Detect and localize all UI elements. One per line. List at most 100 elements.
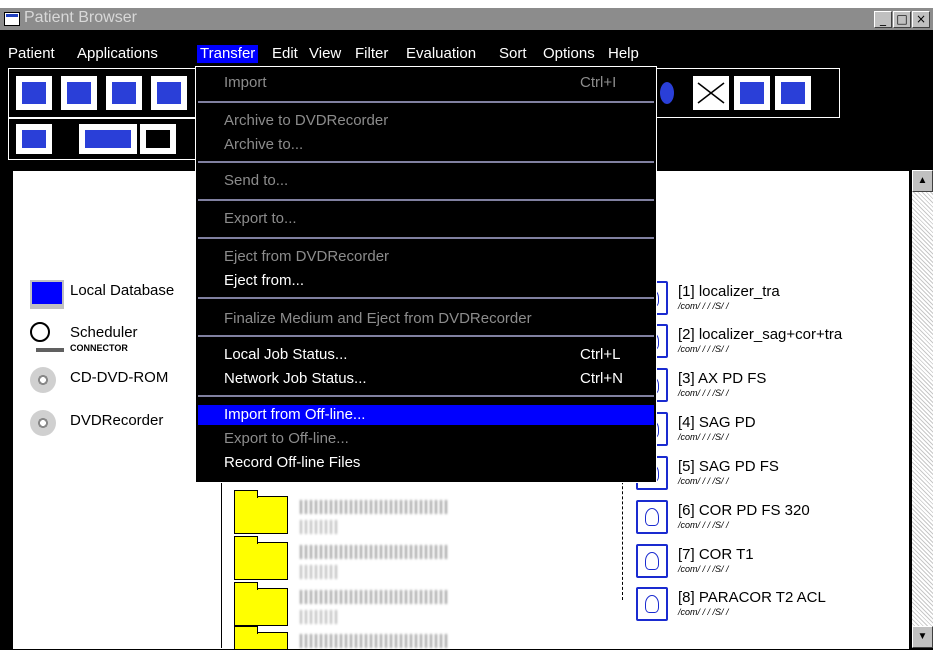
series-path: /com/ / / /S/ / (678, 476, 729, 486)
series-name: [5] SAG PD FS (678, 458, 779, 475)
menu-item-shortcut: Ctrl+I (580, 74, 617, 91)
maximize-button[interactable]: □ (893, 11, 911, 28)
menu-transfer[interactable]: Transfer (197, 45, 259, 63)
minimize-button[interactable]: _ (874, 11, 892, 28)
menu-options[interactable]: Options (540, 45, 598, 63)
menu-item-eject-dvdrecorder[interactable]: Eject from DVDRecorder (198, 247, 654, 267)
menu-applications-label: Applications (77, 45, 158, 62)
study-folder-icon[interactable] (234, 536, 288, 580)
head-series-icon (636, 500, 668, 534)
network-tool-button[interactable] (656, 76, 692, 110)
menu-separator (198, 395, 654, 397)
menu-edit-label: Edit (272, 45, 298, 62)
study-label-redacted (300, 500, 450, 514)
menu-item-shortcut: Ctrl+L (580, 346, 621, 363)
study-folder-icon[interactable] (234, 626, 288, 650)
info-tool-button[interactable] (61, 76, 97, 110)
clock-icon (30, 322, 50, 342)
menu-evaluation[interactable]: Evaluation (403, 45, 479, 63)
series-path: /com/ / / /S/ / (678, 388, 729, 398)
cross-icon (697, 82, 725, 104)
device-label: CD-DVD-ROM (70, 369, 169, 386)
menu-item-label: Archive to... (224, 136, 304, 153)
study-sublabel-redacted (300, 520, 340, 534)
tree-line (221, 480, 222, 648)
menu-item-eject-from[interactable]: Eject from... (198, 271, 654, 291)
menu-filter[interactable]: Filter (352, 45, 391, 63)
grid-tool-button[interactable] (140, 124, 176, 154)
load-tool-icon (22, 130, 46, 148)
transfer-tool-button[interactable] (79, 124, 137, 154)
split-tool-button[interactable] (775, 76, 811, 110)
menu-item-finalize-eject[interactable]: Finalize Medium and Eject from DVDRecord… (198, 309, 654, 329)
menu-evaluation-label: Evaluation (406, 45, 477, 62)
series-name: [6] COR PD FS 320 (678, 502, 810, 519)
device-sublabel: CONNECTOR (70, 343, 128, 353)
menu-item-label: Eject from DVDRecorder (224, 248, 390, 265)
study-label-redacted (300, 634, 450, 648)
split-tool-icon (781, 82, 805, 104)
study-folder-icon[interactable] (234, 582, 288, 626)
menu-item-export-to[interactable]: Export to... (198, 209, 654, 229)
menu-item-network-job-status[interactable]: Network Job Status... Ctrl+N (198, 369, 654, 389)
menu-item-import[interactable]: Import Ctrl+I (198, 73, 654, 93)
menu-item-label: Import from Off-line... (224, 406, 366, 423)
study-folder-icon[interactable] (234, 490, 288, 534)
menu-item-label: Record Off-line Files (224, 454, 361, 471)
series-path: /com/ / / /S/ / (678, 344, 729, 354)
menu-transfer-label: Transfer (200, 45, 256, 62)
view-tool-button[interactable] (734, 76, 770, 110)
menu-filter-label: Filter (355, 45, 389, 62)
menu-item-label: Network Job Status... (224, 370, 367, 387)
menu-item-label: Import (224, 74, 267, 91)
scroll-down-arrow-icon[interactable]: ▼ (912, 626, 933, 648)
patient-tool-icon (112, 82, 136, 104)
menu-patient[interactable]: Patient (5, 45, 58, 63)
patient-tool-button[interactable] (106, 76, 142, 110)
help-tool-button[interactable] (16, 76, 52, 110)
menu-edit[interactable]: Edit (269, 45, 301, 63)
title-bar[interactable]: Patient Browser _ □ × (0, 8, 933, 30)
series-name: [2] localizer_sag+cor+tra (678, 326, 843, 343)
menu-item-archive-to[interactable]: Archive to... (198, 135, 654, 155)
series-path: /com/ / / /S/ / (678, 520, 729, 530)
monitor-base (30, 305, 64, 309)
menu-item-label: Archive to DVDRecorder (224, 112, 389, 129)
disc-icon (30, 410, 56, 436)
series-name: [3] AX PD FS (678, 370, 767, 387)
menu-item-record-offline-files[interactable]: Record Off-line Files (198, 453, 654, 473)
study-label-redacted (300, 590, 450, 604)
study-sublabel-redacted (300, 610, 340, 624)
menu-item-send-to[interactable]: Send to... (198, 171, 654, 191)
menu-separator (198, 297, 654, 299)
menu-item-import-offline[interactable]: Import from Off-line... (198, 405, 654, 425)
vertical-scrollbar[interactable]: ▲ ▼ (912, 170, 933, 648)
menu-view-label: View (309, 45, 342, 62)
scroll-up-arrow-icon[interactable]: ▲ (912, 170, 933, 192)
info-tool-icon (67, 82, 91, 104)
load-tool-button[interactable] (16, 124, 52, 154)
window-title: Patient Browser (24, 9, 137, 26)
menu-view[interactable]: View (306, 45, 344, 63)
menu-item-archive-dvdrecorder[interactable]: Archive to DVDRecorder (198, 111, 654, 131)
menu-separator (198, 161, 654, 163)
study-label-redacted (300, 545, 450, 559)
menu-separator (198, 237, 654, 239)
close-button[interactable]: × (912, 11, 930, 28)
menu-item-local-job-status[interactable]: Local Job Status... Ctrl+L (198, 345, 654, 365)
menu-separator (198, 199, 654, 201)
series-name: [8] PARACOR T2 ACL (678, 589, 826, 606)
network-tool-icon (660, 82, 674, 104)
series-name: [4] SAG PD (678, 414, 756, 431)
transfer-tool-icon (85, 130, 131, 148)
clock-base (36, 348, 64, 352)
menu-item-export-offline[interactable]: Export to Off-line... (198, 429, 654, 449)
head-series-icon (636, 587, 668, 621)
menu-applications[interactable]: Applications (74, 45, 161, 63)
delete-tool-button[interactable] (693, 76, 729, 110)
head-series-icon (636, 544, 668, 578)
menu-separator (198, 335, 654, 337)
menu-help[interactable]: Help (605, 45, 642, 63)
edit-tool-button[interactable] (151, 76, 187, 110)
menu-sort[interactable]: Sort (496, 45, 530, 63)
